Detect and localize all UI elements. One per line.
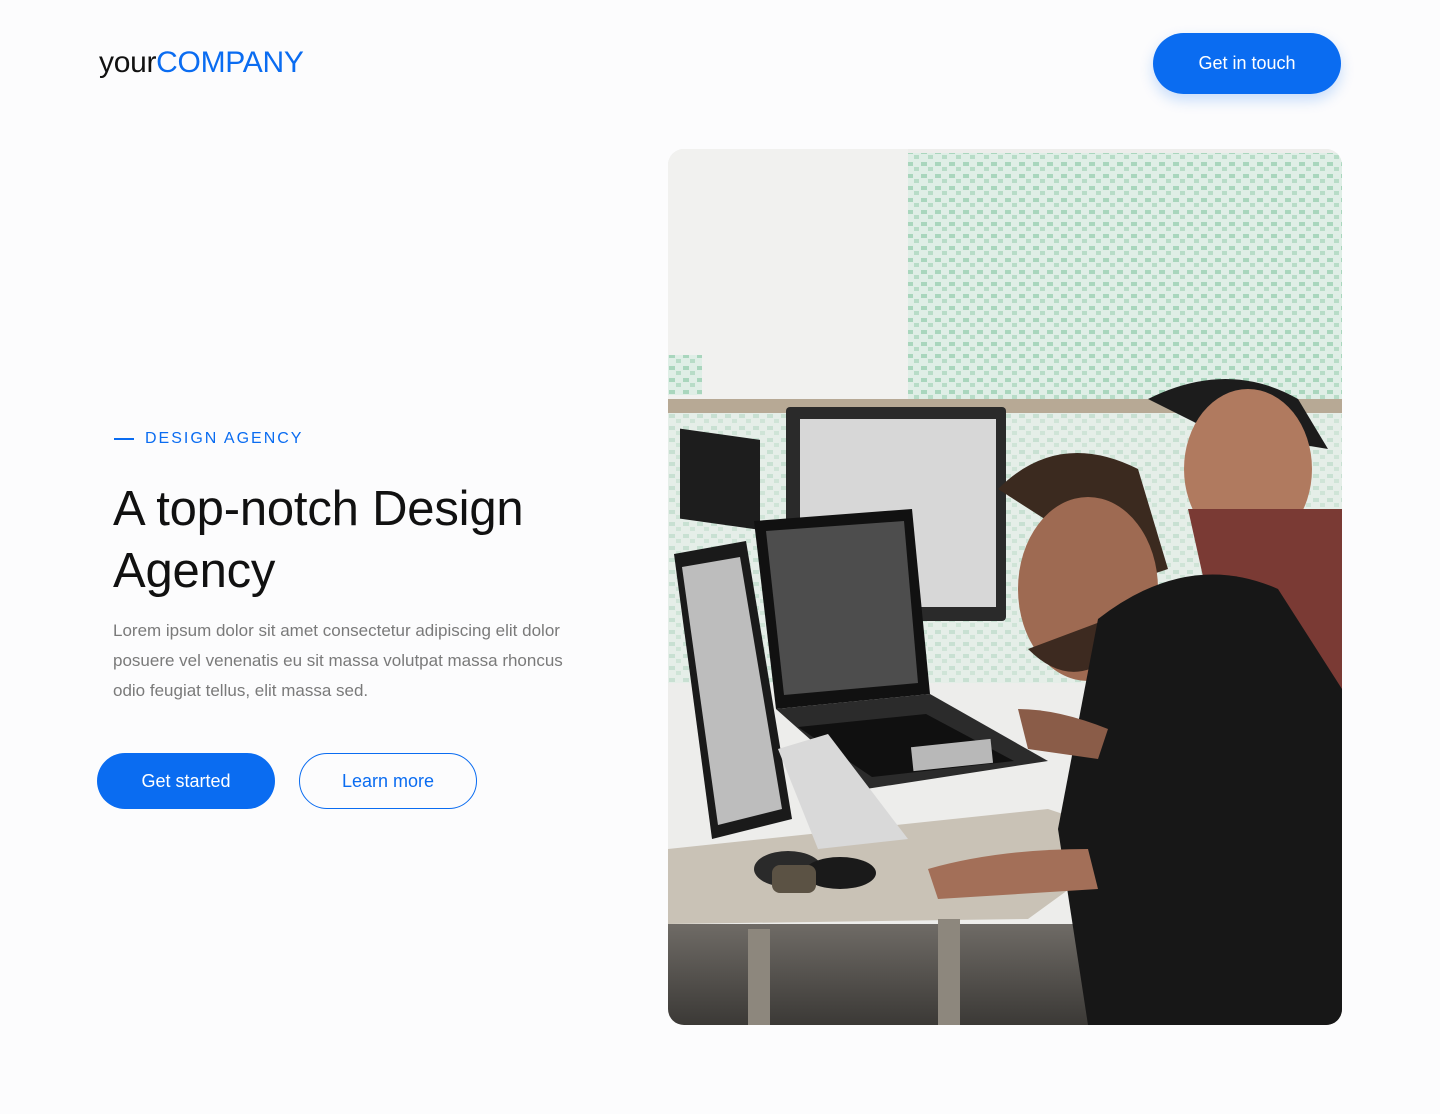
hero-photo-illustration — [668, 149, 1342, 1025]
get-in-touch-button[interactable]: Get in touch — [1153, 33, 1341, 94]
landing-page: yourCOMPANY Get in touch DESIGN AGENCY A… — [0, 0, 1440, 1114]
learn-more-button[interactable]: Learn more — [299, 753, 477, 809]
get-started-button[interactable]: Get started — [97, 753, 275, 809]
logo-text-your: your — [99, 46, 157, 79]
logo-text-company: COMPANY — [156, 46, 304, 79]
eyebrow-dash — [114, 438, 134, 440]
hero-title-line-2: Agency — [113, 544, 276, 598]
eyebrow-label: DESIGN AGENCY — [114, 430, 303, 448]
eyebrow-text: DESIGN AGENCY — [145, 430, 304, 447]
hero-title: A top-notch Design Agency — [113, 478, 613, 602]
hero-description: Lorem ipsum dolor sit amet consectetur a… — [113, 621, 563, 700]
hero-photo — [668, 149, 1342, 1025]
hero-title-line-1: A top-notch Design — [113, 482, 524, 536]
company-logo[interactable]: yourCOMPANY — [99, 44, 304, 82]
